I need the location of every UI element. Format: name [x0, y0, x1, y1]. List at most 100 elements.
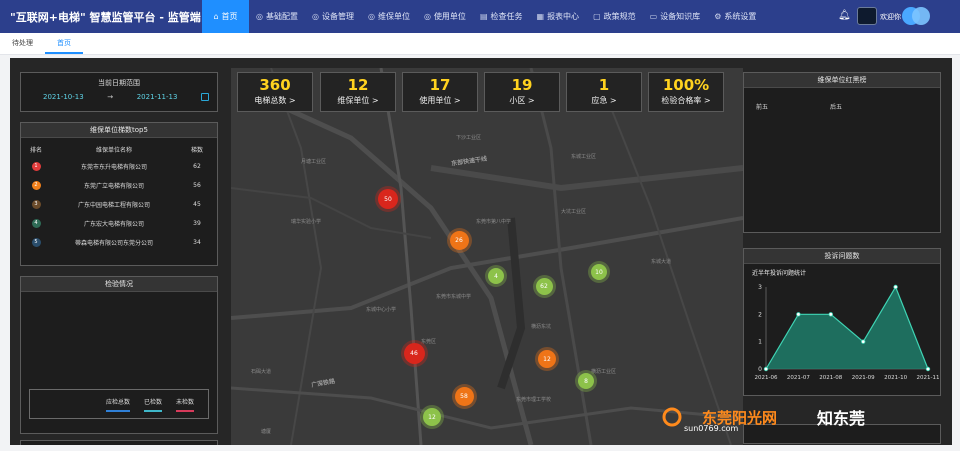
map-cluster-marker[interactable]: 4 [488, 268, 504, 284]
stat-value: 19 [511, 76, 533, 94]
watermark-brand-b: sun0769.com [684, 424, 739, 433]
nav-policy[interactable]: ▢ 政策规范 [586, 0, 643, 33]
data-point [925, 366, 931, 372]
rank-badge: 5 [31, 238, 41, 247]
start-date[interactable]: 2021-10-13 [43, 93, 84, 101]
stat-label: 应急 > [591, 96, 617, 105]
data-point [828, 312, 833, 317]
date-range-picker[interactable]: 2021-10-13 → 2021-11-13 [21, 88, 217, 101]
count-cell: 62 [193, 163, 201, 170]
y-tick-label: 3 [758, 284, 762, 291]
rank-cell: 2 [21, 181, 51, 190]
map-cluster-marker[interactable]: 10 [591, 264, 607, 280]
map-place-label: 东城中心小学 [366, 307, 397, 313]
nav-basic-config[interactable]: ◎ 基础配置 [249, 0, 305, 33]
stat-value: 100% [662, 76, 710, 94]
tab-bottom-five[interactable]: 后五 [830, 102, 842, 111]
nav-knowledge-base[interactable]: ▭ 设备知识库 [643, 0, 708, 33]
nav-system-settings[interactable]: ⚙ 系统设置 [707, 0, 763, 33]
bell-icon[interactable]: 🔔︎ [838, 10, 851, 21]
tab-pending[interactable]: 待处理 [0, 38, 45, 54]
stat-maintenance-units[interactable]: 12 维保单位 > [320, 72, 396, 112]
watermark: 东莞阳光网 sun0769.com 知东莞 [662, 403, 866, 433]
top-navigation-bar: "互联网+电梯" 智慧监管平台 - 监管端 ⌂ 首页 ◎ 基础配置 ◎ 设备管理 ◎ 维… [0, 0, 960, 33]
avatar[interactable] [857, 7, 877, 25]
map-cluster-marker[interactable]: 46 [403, 342, 425, 364]
top5-rows: 1 东莞市东升电梯有限公司 62 2 东莞广立电梯有限公司 56 3 广东中园电梯工程有限公司… [21, 157, 217, 252]
x-tick-label: 2021-09 [852, 375, 875, 381]
map-place-label: 大坑工业区 [561, 209, 587, 215]
map-cluster-marker[interactable]: 12 [423, 408, 441, 426]
header-count: 梯数 [190, 147, 203, 154]
stat-label: 检验合格率 > [661, 96, 711, 105]
y-tick-label: 0 [758, 366, 762, 373]
count-cell: 39 [193, 220, 201, 227]
rank-badge: 4 [31, 219, 41, 228]
arrow-icon: → [107, 93, 114, 101]
nav-inspection-tasks[interactable]: ▤ 检查任务 [473, 0, 530, 33]
rank-cell: 1 [21, 162, 51, 171]
stat-label: 使用单位 > [419, 96, 461, 105]
stat-value: 12 [347, 76, 369, 94]
unit-name-cell: 蒂森电梯有限公司东莞分公司 [74, 240, 153, 247]
tab-top-five[interactable]: 前五 [756, 102, 768, 111]
red-black-list-title: 维保单位红黑榜 [744, 73, 940, 88]
data-point [763, 366, 769, 372]
unit-name-cell: 广东中园电梯工程有限公司 [77, 202, 150, 209]
unit-name-cell: 东莞广立电梯有限公司 [83, 183, 144, 190]
tab-home[interactable]: 首页 [45, 38, 83, 54]
welcome-text: 欢迎你 [880, 13, 901, 21]
building-icon: ◎ [423, 12, 431, 21]
tab-strip: 待处理 首页 [0, 33, 960, 55]
sun-logo-icon [662, 407, 682, 427]
nav-report-center[interactable]: ▦ 报表中心 [530, 0, 587, 33]
stat-pass-rate[interactable]: 100% 检验合格率 > [648, 72, 724, 112]
main-nav: ⌂ 首页 ◎ 基础配置 ◎ 设备管理 ◎ 维保单位 ◎ 使用单位 ▤ 检查任务 ▦ 报表中心 … [202, 0, 763, 33]
map-place-label: 东城大道 [651, 259, 672, 265]
legend-inspected: 已检数 [143, 397, 162, 412]
inspection-panel: 检验情况 应检总数 已检数 未检数 [20, 276, 218, 434]
map-cluster-marker[interactable]: 12 [538, 350, 556, 368]
map-place-label: 塘厦 [261, 429, 272, 435]
nav-maintenance-units[interactable]: ◎ 维保单位 [361, 0, 417, 33]
rank-cell: 5 [21, 238, 51, 247]
nav-home[interactable]: ⌂ 首页 [202, 0, 249, 33]
map-cluster-marker[interactable]: 58 [454, 386, 474, 406]
table-row: 1 东莞市东升电梯有限公司 62 [21, 157, 217, 176]
nav-device-management[interactable]: ◎ 设备管理 [305, 0, 361, 33]
watermark-brand-c: 知东莞 [817, 409, 866, 428]
map-place-label: 月塘工业区 [301, 159, 327, 165]
map-cluster-marker[interactable]: 50 [378, 189, 398, 209]
map-cluster-marker[interactable]: 26 [449, 230, 469, 250]
rank-cell: 4 [21, 219, 51, 228]
inspection-title: 检验情况 [21, 277, 217, 292]
count-cell: 56 [193, 182, 201, 189]
device-icon: ◎ [311, 12, 319, 21]
y-tick-label: 2 [758, 311, 762, 318]
gear-icon: ⚙ [714, 12, 722, 21]
map-cluster-marker[interactable]: 8 [578, 373, 594, 389]
table-row: 2 东莞广立电梯有限公司 56 [21, 176, 217, 195]
map-cluster-marker[interactable]: 62 [535, 277, 553, 295]
stat-communities[interactable]: 19 小区 > [484, 72, 560, 112]
unit-name-cell: 东莞市东升电梯有限公司 [80, 164, 147, 171]
top5-header-row: 排名 维保单位名称 梯数 [21, 138, 217, 157]
unit-name-cell: 广东宏大电梯有限公司 [83, 221, 144, 228]
x-tick-label: 2021-06 [755, 375, 778, 381]
stat-emergency[interactable]: 1 应急 > [566, 72, 642, 112]
rank-badge: 1 [31, 162, 41, 171]
end-date[interactable]: 2021-11-13 [137, 93, 178, 101]
map-place-label: 石碣大道 [251, 369, 272, 375]
stat-elevators[interactable]: 360 电梯总数 > [237, 72, 313, 112]
x-tick-label: 2021-08 [819, 375, 842, 381]
y-tick-label: 1 [758, 339, 762, 346]
calendar-icon[interactable] [200, 93, 209, 101]
stat-value: 17 [429, 76, 451, 94]
rank-cell: 3 [21, 200, 51, 209]
nav-user-units[interactable]: ◎ 使用单位 [417, 0, 473, 33]
map-view[interactable]: 东部快速干线 广深铁路 月塘工业区 下沙工业区 东城工业区 大坑工业区 东城大道… [231, 68, 743, 445]
report-icon: ▦ [536, 12, 545, 21]
data-point [796, 312, 801, 317]
data-point [860, 339, 866, 344]
stat-user-units[interactable]: 17 使用单位 > [402, 72, 478, 112]
